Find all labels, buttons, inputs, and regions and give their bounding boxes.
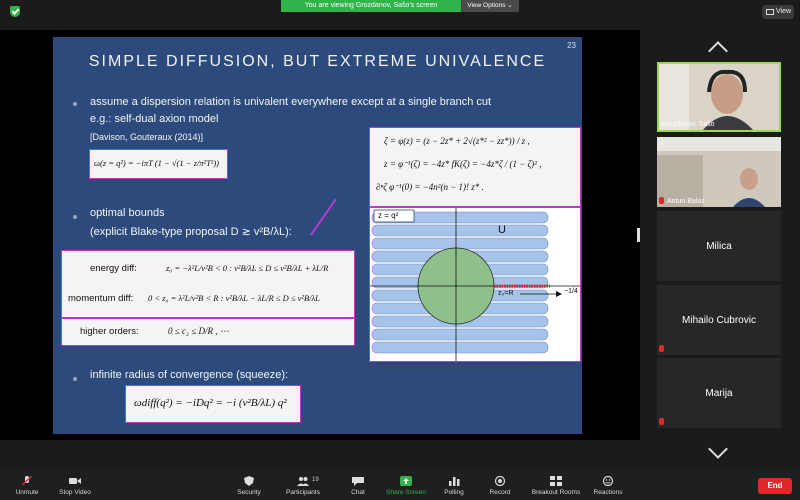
view-button[interactable]: View: [762, 5, 794, 19]
bounds-divider: [62, 317, 354, 319]
participant-tile[interactable]: Antun Balaz: [657, 137, 781, 207]
chat-button[interactable]: Chat: [333, 476, 383, 496]
complex-plane-figure: z = q² U z₀=R −1/4: [369, 207, 581, 362]
polling-label: Polling: [444, 489, 464, 496]
reactions-button[interactable]: Reactions: [583, 476, 633, 496]
bullet-marker: [73, 102, 77, 106]
reactions-label: Reactions: [593, 489, 623, 496]
participant-name: Marija: [705, 387, 733, 399]
share-screen-label: Share Screen: [386, 489, 426, 496]
security-label: Security: [237, 489, 261, 496]
bullet-marker: [73, 377, 77, 381]
unmute-label: Unmute: [15, 489, 39, 496]
participants-button[interactable]: Participants: [278, 476, 328, 496]
chevron-down-icon[interactable]: [708, 439, 728, 459]
figure-u-label: U: [498, 224, 506, 236]
participant-name: Milica: [706, 240, 732, 252]
polling-button[interactable]: Polling: [429, 476, 479, 496]
complex-plane-drawing: [370, 208, 580, 361]
share-screen-icon: [400, 476, 412, 486]
higher-orders-formula: 0 ≤ c₂ ≤ D/R , ⋯: [168, 326, 229, 336]
map-formula-2: z = φ⁻¹(ζ) = −4z* fK(ζ) = −4z*ζ / (1 − ζ…: [384, 159, 542, 169]
screen-share-banner: You are viewing Grozdanov, Sašo's screen: [281, 0, 461, 12]
stop-video-button[interactable]: Stop Video: [50, 476, 100, 496]
bullet2-text: optimal bounds: [90, 207, 165, 219]
participants-label: Participants: [286, 489, 320, 496]
bullet-marker: [73, 215, 77, 219]
muted-mic-icon: [659, 418, 664, 425]
breakout-rooms-label: Breakout Rooms: [531, 489, 581, 496]
participants-count: 19: [312, 477, 319, 483]
energy-diff-label: energy diff:: [90, 263, 137, 274]
zoom-window: You are viewing Grozdanov, Sašo's screen…: [0, 0, 800, 500]
muted-mic-icon: [659, 197, 664, 204]
shield-icon: [244, 476, 254, 486]
security-shield-icon[interactable]: [10, 6, 20, 17]
participant-tile[interactable]: Mihailo Cubrovic: [657, 285, 781, 355]
bullet2-proposal: (explicit Blake-type proposal D ≳ v²B/λL…: [90, 226, 292, 238]
participant-name: Antun Balaz: [667, 198, 705, 205]
conformal-map-box: ζ = φ(z) = (z − 2z* + 2√(z*² − zz*)) / z…: [369, 127, 581, 207]
video-camera-icon: [69, 478, 81, 484]
slide-title: SIMPLE DIFFUSION, BUT EXTREME UNIVALENCE: [88, 53, 547, 70]
momentum-diff-label: momentum diff:: [68, 293, 134, 304]
map-formula-1: ζ = φ(z) = (z − 2z* + 2√(z*² − zz*)) / z…: [384, 136, 530, 146]
chat-label: Chat: [351, 489, 365, 496]
presentation-slide: 23 SIMPLE DIFFUSION, BUT EXTREME UNIVALE…: [53, 37, 582, 434]
axion-formula: ω(z = q²) = −iπT (1 − √(1 − z/π²T²)): [94, 158, 220, 168]
participant-tile[interactable]: Grozdanov, Sašo: [657, 62, 781, 132]
momentum-diff-formula: 0 < z₀ = λ²L/v²B < R : v²B/λL − λL/R ≤ D…: [148, 293, 320, 303]
bullet3-text: infinite radius of convergence (squeeze)…: [90, 369, 289, 381]
participant-tile[interactable]: Marija: [657, 358, 781, 428]
stop-video-label: Stop Video: [59, 489, 91, 496]
figure-z-label: z = q²: [378, 211, 399, 220]
share-screen-button[interactable]: Share Screen: [381, 476, 431, 496]
muted-mic-icon: [659, 345, 664, 352]
people-icon: [297, 477, 309, 486]
chat-bubble-icon: [352, 477, 364, 486]
end-meeting-button[interactable]: End: [758, 478, 792, 494]
smiley-face-icon: [602, 476, 614, 486]
security-button[interactable]: Security: [224, 476, 274, 496]
axion-formula-box: ω(z = q²) = −iπT (1 − √(1 − z/π²T²)): [89, 149, 228, 179]
participant-name: Grozdanov, Sašo: [661, 121, 715, 128]
pointer-arrow: [309, 198, 337, 236]
unmute-button[interactable]: Unmute: [2, 476, 52, 496]
breakout-rooms-icon: [550, 476, 562, 486]
energy-diff-formula: z₀ = −λ²L/v²B < 0 : v²B/λL ≤ D ≤ v²B/λL …: [166, 263, 329, 273]
figure-r-label: z₀=R: [498, 290, 514, 297]
webcam-video: [657, 137, 781, 207]
view-options-button[interactable]: View Options ⌄: [461, 0, 519, 12]
map-formula-3: ∂ⁿζ φ⁻¹(0) = −4n²(n − 1)! z* .: [376, 182, 484, 192]
grid-view-icon: [766, 9, 774, 15]
bullet1-example: e.g.: self-dual axion model: [90, 113, 219, 125]
diffusion-formula-box: ωdiff(q²) = −iDq² = −i (v²B/λL) q²: [125, 385, 301, 423]
participant-tile[interactable]: Milica: [657, 211, 781, 281]
higher-orders-label: higher orders:: [80, 326, 139, 337]
slide-number: 23: [567, 41, 576, 50]
record-label: Record: [489, 489, 511, 496]
muted-mic-icon: [21, 476, 33, 486]
record-button[interactable]: Record: [475, 476, 525, 496]
bullet1-reference: [Davison, Gouteraux (2014)]: [90, 132, 204, 142]
bounds-box: energy diff: z₀ = −λ²L/v²B < 0 : v²B/λL …: [61, 250, 355, 346]
breakout-rooms-button[interactable]: Breakout Rooms: [526, 476, 586, 496]
view-button-label: View: [776, 8, 792, 15]
bar-chart-icon: [449, 477, 460, 486]
participant-name: Mihailo Cubrovic: [682, 314, 756, 326]
figure-arrow-label: −1/4: [564, 288, 578, 295]
record-icon: [494, 476, 506, 486]
chevron-up-icon[interactable]: [708, 41, 728, 61]
panel-resize-handle[interactable]: [637, 228, 640, 242]
bullet1-text: assume a dispersion relation is univalen…: [90, 96, 492, 108]
diffusion-formula: ωdiff(q²) = −iDq² = −i (v²B/λL) q²: [134, 397, 287, 409]
